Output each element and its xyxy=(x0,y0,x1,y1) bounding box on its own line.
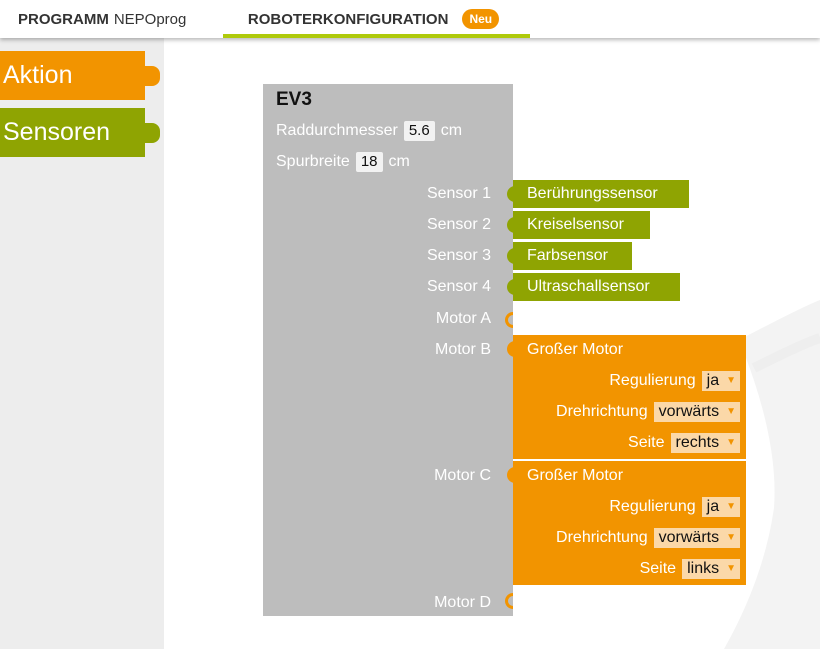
motor-c-side-label: Seite xyxy=(639,560,677,577)
sensor-block-gyro[interactable]: Kreiselsensor xyxy=(507,211,650,239)
motor-c-regulation-label: Regulierung xyxy=(609,498,696,515)
port-motor-c-label: Motor C xyxy=(434,467,491,484)
tab-program[interactable]: PROGRAMM NEPOprog xyxy=(18,0,186,38)
active-tab-indicator xyxy=(223,34,530,38)
motor-b-direction-label: Drehrichtung xyxy=(556,403,648,420)
wheel-diameter-label: Raddurchmesser xyxy=(276,122,398,139)
sensor-block-touch-label: Berührungssensor xyxy=(527,185,658,202)
category-aktion-label: Aktion xyxy=(3,61,73,89)
wheel-diameter-field[interactable]: 5.6 xyxy=(403,121,435,141)
motor-b-regulation-row: Regulierung ja ▼ xyxy=(609,371,740,391)
sensor-block-color-label: Farbsensor xyxy=(527,247,608,264)
triangle-down-icon: ▼ xyxy=(726,375,736,386)
toolbox: Aktion Sensoren xyxy=(0,38,164,649)
motor-c-side-dropdown[interactable]: links ▼ xyxy=(682,559,740,579)
tab-program-name: NEPOprog xyxy=(113,10,187,28)
port-sensor-1-label: Sensor 1 xyxy=(426,185,491,202)
sensor-block-touch[interactable]: Berührungssensor xyxy=(507,180,689,208)
track-width-field[interactable]: 18 xyxy=(355,152,383,172)
motor-b-side-row: Seite rechts ▼ xyxy=(628,433,740,453)
sensor-block-gyro-label: Kreiselsensor xyxy=(527,216,624,233)
port-motor-d-label: Motor D xyxy=(434,594,491,611)
motor-c-direction-row: Drehrichtung vorwärts ▼ xyxy=(556,528,740,548)
motor-b-regulation-label: Regulierung xyxy=(609,372,696,389)
category-aktion[interactable]: Aktion xyxy=(0,51,160,100)
motor-b-side-dropdown[interactable]: rechts ▼ xyxy=(670,433,740,453)
triangle-down-icon: ▼ xyxy=(726,563,736,574)
track-width-row: Spurbreite 18 cm xyxy=(276,152,410,172)
triangle-down-icon: ▼ xyxy=(726,406,736,417)
sensor-block-ultrasonic[interactable]: Ultraschallsensor xyxy=(507,273,680,301)
motor-b-regulation-value: ja xyxy=(706,372,720,389)
motor-c-side-row: Seite links ▼ xyxy=(640,559,740,579)
tab-program-prefix: PROGRAMM xyxy=(18,10,109,28)
ev3-title: EV3 xyxy=(276,89,312,110)
sensor-block-color[interactable]: Farbsensor xyxy=(507,242,632,270)
triangle-down-icon: ▼ xyxy=(726,532,736,543)
motor-d-empty-connector-icon[interactable] xyxy=(505,593,513,609)
track-width-label: Spurbreite xyxy=(276,153,350,170)
category-sensoren[interactable]: Sensoren xyxy=(0,108,160,157)
motor-b-side-value: rechts xyxy=(675,434,720,451)
category-sensoren-tab xyxy=(144,123,160,143)
top-tab-bar: PROGRAMM NEPOprog ROBOTERKONFIGURATION N… xyxy=(0,0,820,38)
motor-b-side-label: Seite xyxy=(628,434,665,451)
wheel-diameter-unit: cm xyxy=(440,122,463,139)
motor-c-direction-value: vorwärts xyxy=(658,529,720,546)
motor-b-direction-dropdown[interactable]: vorwärts ▼ xyxy=(653,402,740,422)
motor-b-title: Großer Motor xyxy=(527,341,624,358)
triangle-down-icon: ▼ xyxy=(726,437,736,448)
motor-b-regulation-dropdown[interactable]: ja ▼ xyxy=(701,371,740,391)
motor-c-title: Großer Motor xyxy=(527,467,624,484)
motor-b-direction-value: vorwärts xyxy=(658,403,720,420)
port-motor-a-label: Motor A xyxy=(435,310,491,327)
port-sensor-2-label: Sensor 2 xyxy=(426,216,491,233)
port-motor-b-label: Motor B xyxy=(434,341,491,358)
wheel-diameter-row: Raddurchmesser 5.6 cm xyxy=(276,121,462,141)
motor-block-b[interactable]: Großer Motor Regulierung ja ▼ Drehrichtu… xyxy=(507,335,746,459)
motor-c-regulation-row: Regulierung ja ▼ xyxy=(609,497,740,517)
category-sensoren-label: Sensoren xyxy=(3,118,111,146)
motor-c-direction-label: Drehrichtung xyxy=(556,529,648,546)
motor-c-direction-dropdown[interactable]: vorwärts ▼ xyxy=(653,528,740,548)
tab-robot-config-label: ROBOTERKONFIGURATION xyxy=(247,10,449,28)
port-sensor-4-label: Sensor 4 xyxy=(426,278,491,295)
port-sensor-3-label: Sensor 3 xyxy=(426,247,491,264)
triangle-down-icon: ▼ xyxy=(726,501,736,512)
motor-c-side-value: links xyxy=(687,560,720,577)
new-badge: Neu xyxy=(462,9,500,29)
track-width-unit: cm xyxy=(388,153,410,170)
motor-c-regulation-value: ja xyxy=(706,498,720,515)
motor-b-direction-row: Drehrichtung vorwärts ▼ xyxy=(556,402,740,422)
motor-block-c[interactable]: Großer Motor Regulierung ja ▼ Drehrichtu… xyxy=(507,461,746,585)
ev3-block[interactable]: EV3 Raddurchmesser 5.6 cm Spurbreite 18 … xyxy=(263,84,513,616)
motor-c-regulation-dropdown[interactable]: ja ▼ xyxy=(701,497,740,517)
tab-robot-config[interactable]: ROBOTERKONFIGURATION Neu xyxy=(223,0,530,38)
category-aktion-tab xyxy=(144,66,160,86)
motor-a-empty-connector-icon[interactable] xyxy=(505,312,513,328)
sensor-block-ultrasonic-label: Ultraschallsensor xyxy=(527,278,650,295)
